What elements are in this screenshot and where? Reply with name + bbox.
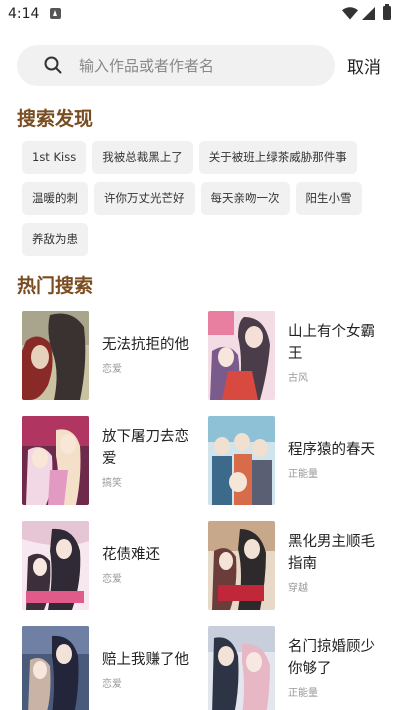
comic-item[interactable]: 赔上我赚了他 恋爱: [22, 626, 202, 710]
tag-chip[interactable]: 我被总裁黑上了: [92, 141, 193, 174]
comic-genre: 正能量: [288, 469, 318, 480]
status-time: 4:14: [8, 6, 40, 22]
tag-chip[interactable]: 许你万丈光芒好: [94, 182, 195, 215]
comic-genre: 恋爱: [102, 679, 122, 690]
comic-genre: 古风: [288, 373, 308, 384]
comic-cover: [22, 311, 89, 400]
tag-row: 温暖的刺 许你万丈光芒好 每天亲吻一次 阳生小雪: [22, 182, 382, 215]
comic-cover: [208, 311, 275, 400]
wifi-icon: [342, 7, 358, 20]
comic-cover: [208, 521, 275, 610]
comic-genre: 恋爱: [102, 364, 122, 375]
cancel-button[interactable]: 取消: [347, 53, 381, 78]
comic-title: 名门掠婚顾少你够了: [288, 639, 375, 677]
comic-item[interactable]: 无法抗拒的他 恋爱: [22, 311, 202, 401]
comic-title: 黑化男主顺毛指南: [288, 534, 375, 572]
comic-genre: 正能量: [288, 688, 318, 699]
comic-item[interactable]: 程序猿的春天 正能量: [208, 416, 388, 506]
battery-icon: [383, 4, 391, 20]
comic-cover: [22, 416, 89, 505]
comic-genre: 穿越: [288, 583, 308, 594]
search-bar[interactable]: [17, 45, 335, 86]
comic-cover: [22, 521, 89, 610]
search-discover-title: 搜索发现: [17, 108, 94, 130]
comic-cover: [208, 626, 275, 710]
notification-icon: [50, 8, 61, 19]
comic-title: 程序猿的春天: [288, 442, 375, 458]
hot-search-title: 热门搜索: [17, 275, 94, 297]
comic-item[interactable]: 放下屠刀去恋爱 搞笑: [22, 416, 202, 506]
tag-chip[interactable]: 养敌为患: [22, 223, 88, 256]
search-input[interactable]: [79, 45, 319, 86]
search-icon: [44, 56, 62, 74]
comic-title: 放下屠刀去恋爱: [102, 429, 189, 467]
tag-chip[interactable]: 温暖的刺: [22, 182, 88, 215]
status-bar: 4:14: [0, 0, 400, 28]
comic-item[interactable]: 黑化男主顺毛指南 穿越: [208, 521, 388, 611]
comic-title: 山上有个女霸王: [288, 324, 375, 362]
comic-item[interactable]: 花债难还 恋爱: [22, 521, 202, 611]
comic-item[interactable]: 山上有个女霸王 古风: [208, 311, 388, 401]
comic-genre: 搞笑: [102, 478, 122, 489]
comic-item[interactable]: 名门掠婚顾少你够了 正能量: [208, 626, 388, 710]
tag-row: 养敌为患: [22, 223, 382, 256]
tag-chip[interactable]: 1st Kiss: [22, 141, 87, 174]
discover-tags: 1st Kiss 我被总裁黑上了 关于被班上绿茶威胁那件事 温暖的刺 许你万丈光…: [22, 141, 382, 264]
comic-title: 赔上我赚了他: [102, 652, 189, 668]
comic-genre: 恋爱: [102, 574, 122, 585]
comic-cover: [208, 416, 275, 505]
comic-title: 无法抗拒的他: [102, 337, 189, 353]
tag-chip[interactable]: 阳生小雪: [295, 182, 362, 215]
comic-cover: [22, 626, 89, 710]
tag-chip[interactable]: 每天亲吻一次: [200, 182, 290, 215]
signal-icon: [362, 7, 375, 20]
tag-row: 1st Kiss 我被总裁黑上了 关于被班上绿茶威胁那件事: [22, 141, 382, 174]
tag-chip[interactable]: 关于被班上绿茶威胁那件事: [198, 141, 357, 174]
comic-title: 花债难还: [102, 547, 160, 563]
